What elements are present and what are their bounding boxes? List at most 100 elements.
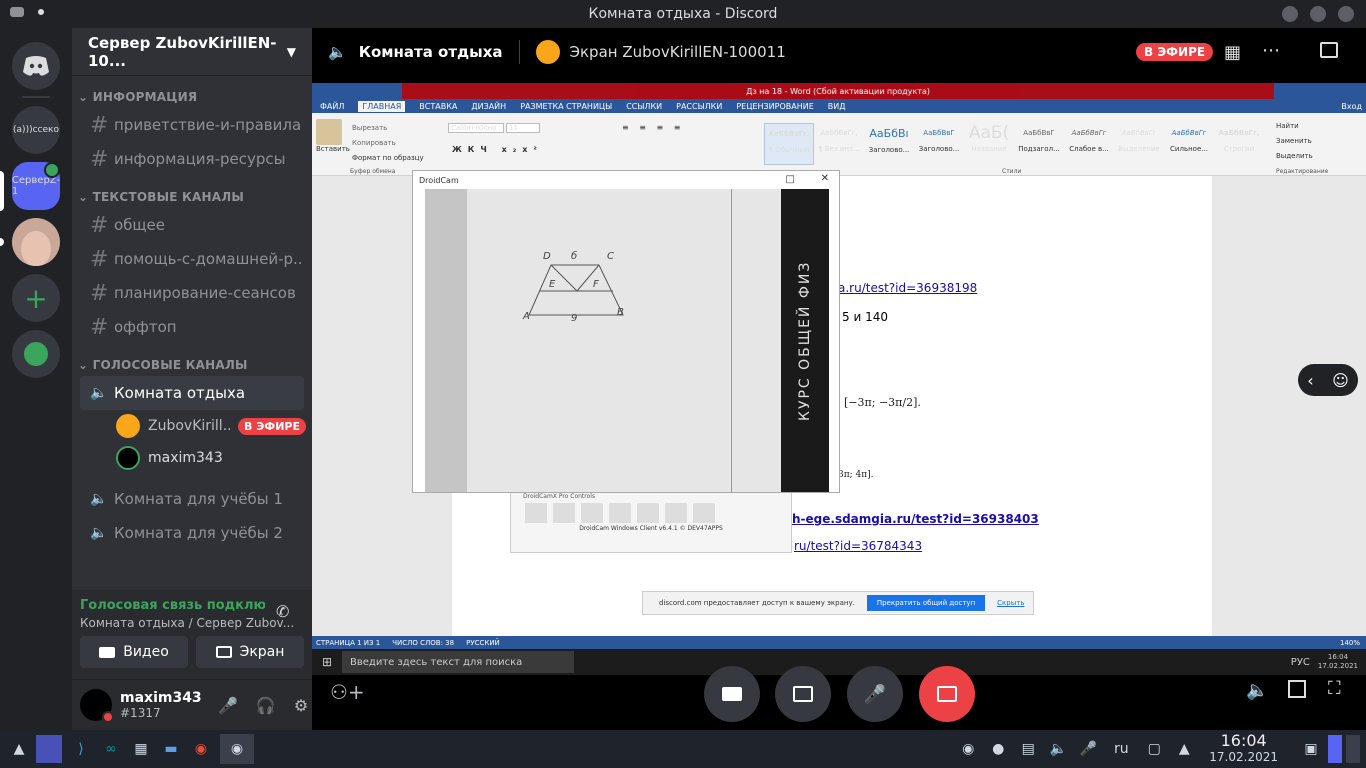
discord-tray-icon[interactable]: ◉ <box>957 739 979 759</box>
fullscreen-icon[interactable]: ⛶ <box>1328 678 1341 699</box>
close-button[interactable] <box>1338 6 1354 22</box>
disconnect-button[interactable] <box>919 666 975 722</box>
channel-text-3[interactable]: # планирование-сеансов <box>80 276 304 310</box>
category-info[interactable]: ⌄ ИНФОРМАЦИЯ <box>78 90 312 104</box>
tab-review[interactable]: РЕЦЕНЗИРОВАНИЕ <box>736 102 813 111</box>
doc-link-1[interactable]: a.ru/test?id=36938198 <box>838 281 977 295</box>
autofocus-icon[interactable] <box>609 503 631 523</box>
font-size-select[interactable]: 11 <box>506 123 540 133</box>
launcher-icon[interactable]: ▲ <box>8 739 30 759</box>
style-title[interactable]: АаБ(Название <box>964 123 1014 165</box>
server-header[interactable]: Сервер ZubovKirillEN-10... ▼ <box>72 28 312 76</box>
format-buttons[interactable]: ЖКЧ x₂x² <box>452 145 543 154</box>
apps-icon[interactable]: ▦ <box>130 739 152 759</box>
doc-link-2[interactable]: h-ege.sdamgia.ru/test?id=36938403 <box>792 512 1039 526</box>
channel-text-1[interactable]: # общее <box>80 208 304 242</box>
video-button[interactable]: Видео <box>80 636 188 668</box>
disconnect-icon[interactable]: ✆ <box>276 602 289 621</box>
login-link[interactable]: Вход <box>1341 102 1362 111</box>
security-icon[interactable]: ● <box>987 739 1009 759</box>
desktop-icon[interactable]: ▣ <box>1300 739 1322 759</box>
zoom-out-icon[interactable] <box>525 503 547 523</box>
clock-date[interactable]: 17.02.2021 <box>1209 749 1278 765</box>
voice-channel-active[interactable]: 🔈 Комната отдыха <box>80 376 304 410</box>
gear-icon[interactable]: ⚙ <box>294 696 308 715</box>
voice-channel-3[interactable]: 🔈 Комната для учёбы 2 <box>80 516 304 550</box>
style-h2[interactable]: АаБбВвГ Заголово... <box>914 123 964 165</box>
rotate-icon[interactable] <box>665 503 687 523</box>
channel-info-1[interactable]: # приветствие-и-правила <box>80 108 304 142</box>
style-subtitle[interactable]: АаБбВвГ Подзагол... <box>1014 123 1064 165</box>
save-icon[interactable] <box>693 503 715 523</box>
headphones-icon[interactable]: 🎧 <box>256 696 276 715</box>
arduino-icon[interactable]: ∞ <box>100 739 122 759</box>
style-intense[interactable]: АаБбВвГг Сильное... <box>1164 123 1214 165</box>
replace-button[interactable]: Заменить <box>1276 134 1313 149</box>
tab-layout[interactable]: РАЗМЕТКА СТРАНИЦЫ <box>520 102 612 111</box>
style-nospacing[interactable]: АаБбВвГг, ¶ Без инт... <box>814 123 864 165</box>
user-avatar-guild[interactable] <box>12 218 60 266</box>
guild-icon-1[interactable]: (а)))ссеко <box>12 106 60 154</box>
member-list-toggle[interactable]: ‹ ☺ <box>1298 364 1358 396</box>
voice-user-1[interactable]: ZubovKirill... В ЭФИРЕ <box>116 410 312 442</box>
stop-sharing-button[interactable]: Прекратить общий доступ <box>866 595 986 611</box>
popout-icon[interactable] <box>1320 42 1338 58</box>
grid-icon[interactable]: ▦ <box>1224 42 1241 63</box>
avatar[interactable] <box>80 689 114 723</box>
workspace-indicator[interactable] <box>1328 735 1342 763</box>
style-normal[interactable]: АаБбВвГг, ¶ Обычный <box>764 123 814 165</box>
style-emphasis[interactable]: АаБбВвГг Выделение <box>1114 123 1164 165</box>
tab-insert[interactable]: ВСТАВКА <box>419 102 457 111</box>
microphone-icon[interactable]: 🎤 <box>1077 739 1099 759</box>
channel-info-2[interactable]: # информация-ресурсы <box>80 142 304 176</box>
clock-time[interactable]: 16:04 <box>1209 733 1278 749</box>
files-icon[interactable]: ▬ <box>160 739 182 759</box>
vscode-icon[interactable]: ⟩ <box>70 739 92 759</box>
discord-task-icon[interactable]: ◉ <box>220 734 254 764</box>
clipboard-icon[interactable]: ▤ <box>1017 739 1039 759</box>
volume-icon[interactable]: 🔈 <box>1246 680 1268 701</box>
zoom-in-icon[interactable] <box>553 503 575 523</box>
volume-icon[interactable]: 🔈 <box>1047 739 1069 759</box>
tray-expand-icon[interactable]: ▲ <box>1173 739 1195 759</box>
explore-icon[interactable] <box>12 330 60 378</box>
tab-file[interactable]: ФАЙЛ <box>320 102 344 111</box>
more-icon[interactable]: ⋯ <box>1262 40 1280 61</box>
tab-home[interactable]: ГЛАВНАЯ <box>358 100 406 112</box>
find-button[interactable]: Найти <box>1276 119 1313 134</box>
paste-button[interactable]: Вставить <box>316 145 350 153</box>
cut-button[interactable]: Вырезать <box>352 121 424 136</box>
hide-button[interactable]: Скрыть <box>997 599 1024 607</box>
microphone-icon[interactable]: 🎤 <box>218 696 238 715</box>
discord-home-button[interactable] <box>12 42 60 90</box>
add-server-icon[interactable]: + <box>12 274 60 322</box>
style-h1[interactable]: АаБбВı Заголово... <box>864 123 914 165</box>
maximize-icon[interactable]: □ <box>786 174 795 185</box>
camera-toggle-button[interactable] <box>704 666 760 722</box>
keyboard-layout[interactable]: ru <box>1107 739 1135 759</box>
tab-refs[interactable]: ССЫЛКИ <box>626 102 662 111</box>
tab-view[interactable]: ВИД <box>828 102 846 111</box>
channel-text-2[interactable]: # помощь-с-домашней-р... <box>80 242 304 276</box>
mirror-icon[interactable] <box>637 503 659 523</box>
chrome-icon[interactable]: ◉ <box>190 739 212 759</box>
style-subtle[interactable]: АаБбВвГг Слабое в... <box>1064 123 1114 165</box>
popout-icon[interactable] <box>1288 680 1306 698</box>
voice-user-2[interactable]: maxim343 <box>116 442 312 474</box>
select-button[interactable]: Выделить <box>1276 149 1313 164</box>
screen-share-button[interactable]: Экран <box>196 636 304 668</box>
screen-share-toggle-button[interactable] <box>775 666 831 722</box>
maximize-button[interactable] <box>1310 6 1326 22</box>
add-person-icon[interactable]: ⚇+ <box>330 680 365 704</box>
doc-link-3[interactable]: ru/test?id=36784343 <box>794 539 922 553</box>
style-strong[interactable]: АаБбВвГг, Строгий <box>1214 123 1264 165</box>
category-text[interactable]: ⌄ ТЕКСТОВЫЕ КАНАЛЫ <box>78 190 312 204</box>
minimize-button[interactable] <box>1282 6 1298 22</box>
paragraph-buttons[interactable]: ≡ ≡ ≡ ≡ <box>622 123 684 132</box>
copy-button[interactable]: Копировать <box>352 136 424 151</box>
tab-mail[interactable]: РАССЫЛКИ <box>676 102 722 111</box>
mute-button[interactable]: 🎤 <box>847 666 903 722</box>
workspace-pager[interactable] <box>36 735 62 763</box>
workspace-indicator-2[interactable] <box>1346 735 1360 763</box>
channel-text-4[interactable]: # оффтоп <box>80 310 304 344</box>
